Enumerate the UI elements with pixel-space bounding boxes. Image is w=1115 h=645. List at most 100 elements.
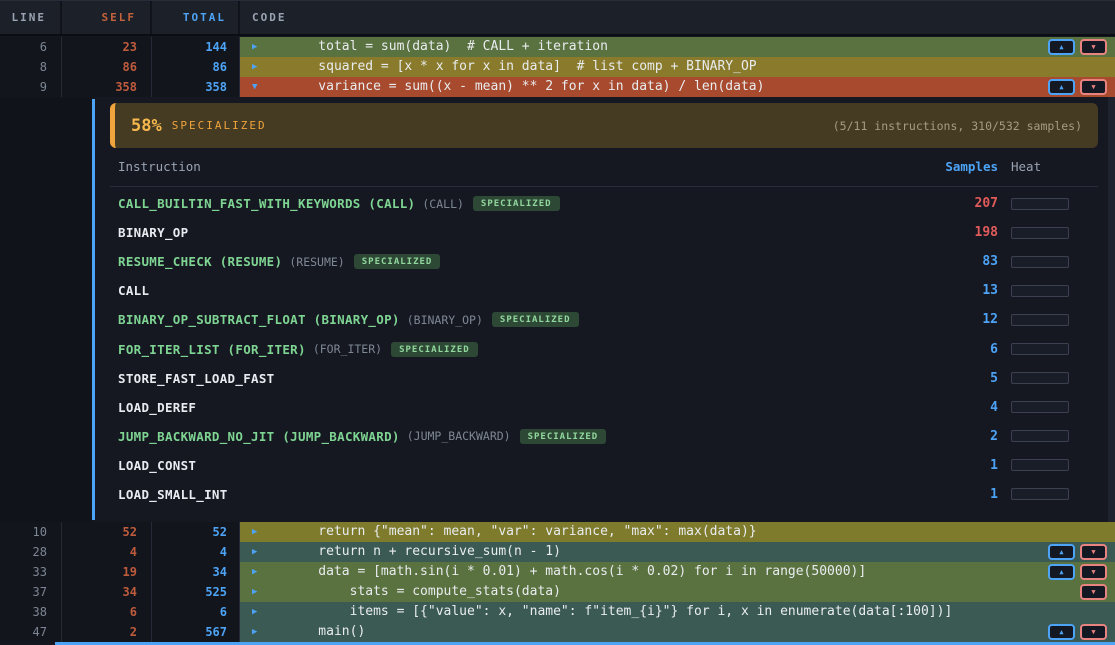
- heat-bar-track: [1011, 401, 1069, 413]
- specialized-badge: SPECIALIZED: [473, 196, 560, 211]
- code-cell[interactable]: ▶ items = [{"value": x, "name": f"item_{…: [240, 602, 1115, 622]
- code-cell[interactable]: ▶ squared = [x * x for x in data] # list…: [240, 57, 1115, 77]
- code-cell[interactable]: ▶ stats = compute_stats(data) ▼: [240, 582, 1115, 602]
- code-row[interactable]: 33 19 34 ▶ data = [math.sin(i * 0.01) + …: [0, 562, 1115, 582]
- code-cell[interactable]: ▶ total = sum(data) # CALL + iteration ▲…: [240, 37, 1115, 57]
- instruction-name: LOAD_SMALL_INT: [118, 487, 228, 502]
- instruction-base-opcode: (FOR_ITER): [313, 342, 382, 356]
- instruction-sample-count: 4: [920, 400, 998, 415]
- instruction-column-header: Instruction: [118, 159, 201, 174]
- move-up-button[interactable]: ▲: [1048, 544, 1075, 560]
- line-number: 10: [0, 522, 62, 542]
- specialized-label: SPECIALIZED: [172, 119, 267, 132]
- total-samples: 86: [152, 57, 240, 77]
- instruction-sample-count: 207: [920, 196, 998, 211]
- samples-column-header[interactable]: Samples: [920, 159, 998, 174]
- down-triangle-icon: ▼: [1091, 44, 1095, 51]
- line-number: 8: [0, 57, 62, 77]
- heat-bar-track: [1011, 372, 1069, 384]
- code-row[interactable]: 10 52 52 ▶ return {"mean": mean, "var": …: [0, 522, 1115, 542]
- expand-arrow-icon[interactable]: ▶: [252, 602, 257, 622]
- instruction-base-opcode: (BINARY_OP): [407, 313, 483, 327]
- self-samples: 34: [62, 582, 152, 602]
- heat-bar-track: [1011, 314, 1069, 326]
- code-row[interactable]: 28 4 4 ▶ return n + recursive_sum(n - 1)…: [0, 542, 1115, 562]
- specialization-panel: 58% SPECIALIZED (5/11 instructions, 310/…: [0, 97, 1115, 522]
- instruction-name: RESUME_CHECK (RESUME): [118, 254, 282, 269]
- move-down-button[interactable]: ▼: [1080, 564, 1107, 580]
- column-header-line: LINE: [0, 1, 62, 34]
- code-row[interactable]: 37 34 525 ▶ stats = compute_stats(data) …: [0, 582, 1115, 602]
- instruction-name: BINARY_OP: [118, 225, 188, 240]
- instruction-name: STORE_FAST_LOAD_FAST: [118, 371, 275, 386]
- expand-arrow-icon[interactable]: ▶: [252, 57, 257, 77]
- expand-arrow-icon[interactable]: ▶: [252, 522, 257, 542]
- expand-arrow-icon[interactable]: ▶: [252, 582, 257, 602]
- code-row[interactable]: 6 23 144 ▶ total = sum(data) # CALL + it…: [0, 37, 1115, 57]
- instruction-name: LOAD_CONST: [118, 458, 196, 473]
- instruction-row: LOAD_SMALL_INT 1: [0, 480, 1115, 509]
- instruction-row: RESUME_CHECK (RESUME) (RESUME) SPECIALIZ…: [0, 247, 1115, 276]
- header-divider: [110, 186, 1098, 187]
- column-header-total: TOTAL: [152, 1, 240, 34]
- heat-column-header: Heat: [1011, 159, 1041, 174]
- self-samples: 23: [62, 37, 152, 57]
- total-samples: 4: [152, 542, 240, 562]
- code-cell[interactable]: ▶ main() ▲▼: [240, 622, 1115, 642]
- code-cell[interactable]: ▼ variance = sum((x - mean) ** 2 for x i…: [240, 77, 1115, 97]
- total-samples: 6: [152, 602, 240, 622]
- self-samples: 2: [62, 622, 152, 642]
- self-samples: 52: [62, 522, 152, 542]
- code-cell[interactable]: ▶ return n + recursive_sum(n - 1) ▲▼: [240, 542, 1115, 562]
- move-up-button[interactable]: ▲: [1048, 79, 1075, 95]
- move-down-button[interactable]: ▼: [1080, 79, 1107, 95]
- move-down-button[interactable]: ▼: [1080, 624, 1107, 640]
- row-buttons: ▲▼: [1048, 624, 1107, 640]
- line-number: 9: [0, 77, 62, 97]
- code-text: total = sum(data) # CALL + iteration: [240, 37, 1115, 57]
- move-up-button[interactable]: ▲: [1048, 39, 1075, 55]
- line-number: 28: [0, 542, 62, 562]
- move-up-button[interactable]: ▲: [1048, 564, 1075, 580]
- instruction-sample-count: 6: [920, 342, 998, 357]
- specialization-banner: 58% SPECIALIZED (5/11 instructions, 310/…: [110, 103, 1098, 148]
- code-row[interactable]: 47 2 567 ▶ main() ▲▼: [0, 622, 1115, 642]
- specialized-badge: SPECIALIZED: [391, 342, 478, 357]
- instruction-sample-count: 2: [920, 429, 998, 444]
- instruction-sample-count: 5: [920, 371, 998, 386]
- self-samples: 4: [62, 542, 152, 562]
- up-triangle-icon: ▲: [1059, 84, 1063, 91]
- heat-bar-track: [1011, 285, 1069, 297]
- expand-arrow-icon[interactable]: ▶: [252, 37, 257, 57]
- instruction-sample-count: 1: [920, 458, 998, 473]
- code-text: squared = [x * x for x in data] # list c…: [240, 57, 1115, 77]
- code-row[interactable]: 9 358 358 ▼ variance = sum((x - mean) **…: [0, 77, 1115, 97]
- move-down-button[interactable]: ▼: [1080, 39, 1107, 55]
- total-samples: 567: [152, 622, 240, 642]
- code-text: variance = sum((x - mean) ** 2 for x in …: [240, 77, 1115, 97]
- specialized-badge: SPECIALIZED: [492, 312, 579, 327]
- down-triangle-icon: ▼: [1091, 84, 1095, 91]
- line-number: 47: [0, 622, 62, 642]
- move-up-button[interactable]: ▲: [1048, 624, 1075, 640]
- heat-bar-track: [1011, 430, 1069, 442]
- line-number: 33: [0, 562, 62, 582]
- code-rows-top: 6 23 144 ▶ total = sum(data) # CALL + it…: [0, 37, 1115, 97]
- expand-arrow-icon[interactable]: ▶: [252, 542, 257, 562]
- instruction-name: BINARY_OP_SUBTRACT_FLOAT (BINARY_OP): [118, 312, 400, 327]
- code-row[interactable]: 8 86 86 ▶ squared = [x * x for x in data…: [0, 57, 1115, 77]
- expand-arrow-icon[interactable]: ▶: [252, 622, 257, 642]
- move-down-button[interactable]: ▼: [1080, 544, 1107, 560]
- code-text: main(): [240, 622, 1115, 642]
- move-down-button[interactable]: ▼: [1080, 584, 1107, 600]
- code-cell[interactable]: ▶ data = [math.sin(i * 0.01) + math.cos(…: [240, 562, 1115, 582]
- expand-arrow-icon[interactable]: ▶: [252, 562, 257, 582]
- up-triangle-icon: ▲: [1059, 629, 1063, 636]
- line-number: 37: [0, 582, 62, 602]
- up-triangle-icon: ▲: [1059, 549, 1063, 556]
- collapse-arrow-icon[interactable]: ▼: [252, 77, 257, 97]
- heat-bar-track: [1011, 198, 1069, 210]
- code-cell[interactable]: ▶ return {"mean": mean, "var": variance,…: [240, 522, 1115, 542]
- code-row[interactable]: 38 6 6 ▶ items = [{"value": x, "name": f…: [0, 602, 1115, 622]
- total-samples: 52: [152, 522, 240, 542]
